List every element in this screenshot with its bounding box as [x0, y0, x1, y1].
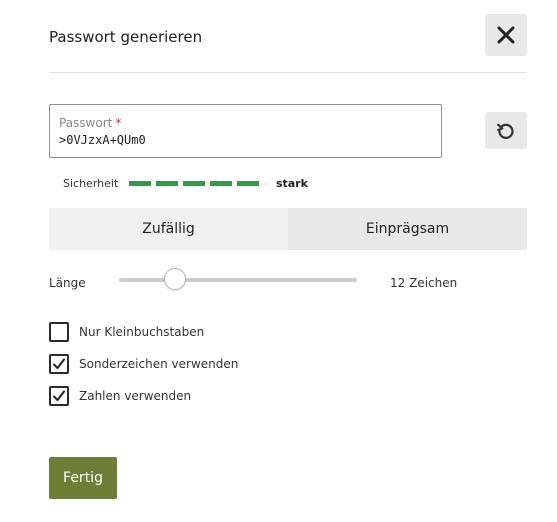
done-button[interactable]: Fertig [49, 457, 117, 499]
checkbox-lowercase-only[interactable] [49, 322, 69, 342]
option-numbers[interactable]: Zahlen verwenden [49, 386, 191, 406]
close-button[interactable] [485, 14, 527, 56]
password-label: Passwort * [59, 116, 121, 130]
tab-memorable[interactable]: Einprägsam [288, 208, 527, 250]
length-label: Länge [49, 276, 86, 290]
option-lowercase-only[interactable]: Nur Kleinbuchstaben [49, 322, 204, 342]
checkmark-icon [53, 358, 65, 369]
required-marker: * [115, 116, 122, 130]
checkmark-icon [53, 390, 65, 401]
checkbox-special-chars[interactable] [49, 354, 69, 374]
strength-label: Sicherheit [63, 177, 119, 190]
mode-tabs: Zufällig Einprägsam [49, 208, 527, 250]
strength-segment [156, 181, 178, 186]
regenerate-button[interactable] [485, 112, 527, 149]
strength-segment [183, 181, 205, 186]
strength-segment [237, 181, 259, 186]
option-label: Zahlen verwenden [79, 389, 192, 403]
close-icon [497, 26, 515, 44]
password-value[interactable]: >0VJzxA+QUm0 [59, 133, 146, 147]
option-label: Sonderzeichen verwenden [79, 357, 239, 371]
strength-segment [129, 181, 151, 186]
password-field[interactable]: Passwort * >0VJzxA+QUm0 [49, 104, 442, 158]
tab-random[interactable]: Zufällig [49, 208, 288, 250]
option-label: Nur Kleinbuchstaben [79, 325, 205, 339]
strength-segment [210, 181, 232, 186]
checkbox-numbers[interactable] [49, 386, 69, 406]
strength-meter [129, 181, 259, 186]
option-special-chars[interactable]: Sonderzeichen verwenden [49, 354, 238, 374]
dialog-title: Passwort generieren [49, 28, 203, 46]
refresh-icon [497, 123, 514, 139]
password-generator-dialog: Passwort generieren Passwort * >0VJzxA+QU… [0, 0, 557, 522]
length-slider-track[interactable] [119, 278, 357, 282]
length-slider-thumb[interactable] [163, 268, 186, 290]
header-divider [49, 72, 527, 73]
length-value: 12 Zeichen [390, 276, 458, 290]
password-label-text: Passwort [59, 116, 113, 130]
strength-value: stark [276, 177, 308, 190]
